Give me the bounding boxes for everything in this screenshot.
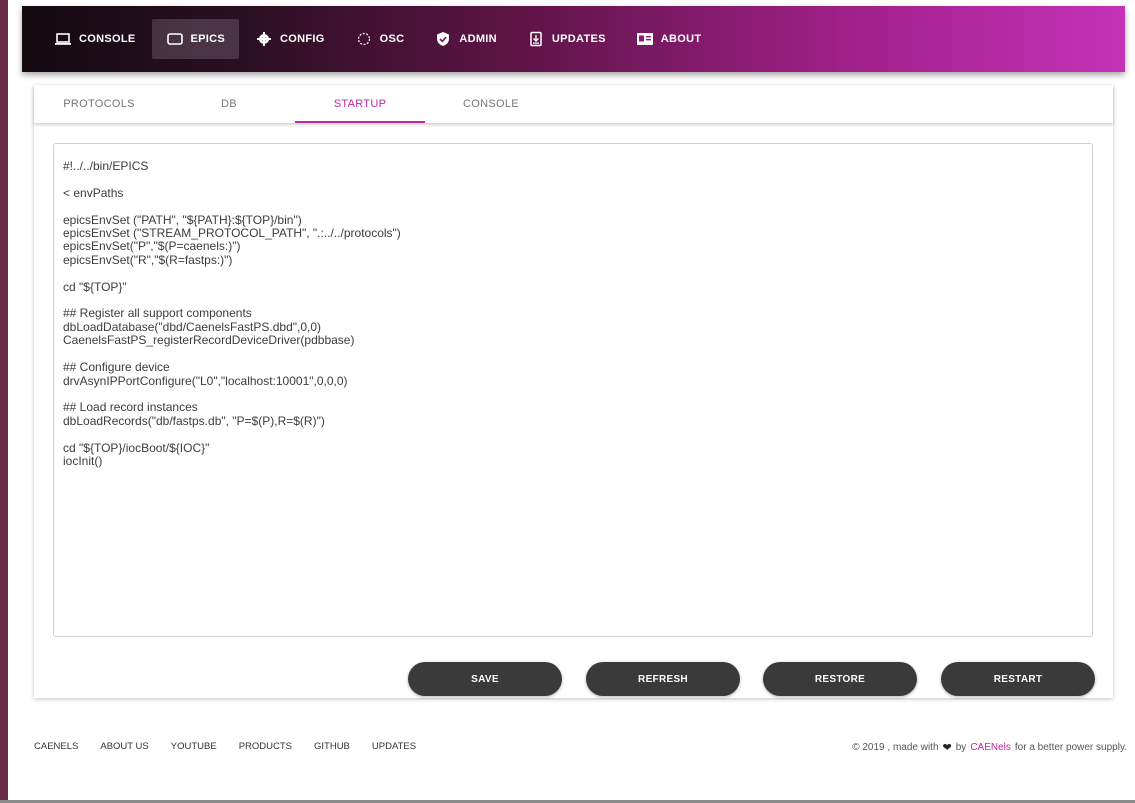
footer-link-updates[interactable]: UPDATES bbox=[372, 741, 416, 752]
window-frame-left bbox=[0, 0, 8, 803]
footer-link-youtube[interactable]: YOUTUBE bbox=[171, 741, 217, 752]
shield-icon bbox=[434, 31, 452, 47]
nav-label-admin: ADMIN bbox=[459, 33, 497, 45]
copyright-text: © 2019 , made with bbox=[852, 742, 939, 753]
top-navbar: CONSOLE EPICS CONFIG OSC ADMIN UPDATES A… bbox=[22, 6, 1125, 72]
restore-button[interactable]: RESTORE bbox=[763, 662, 917, 696]
nav-item-admin[interactable]: ADMIN bbox=[420, 19, 511, 59]
nav-item-osc[interactable]: OSC bbox=[341, 19, 419, 59]
nav-label-updates: UPDATES bbox=[551, 33, 606, 45]
tablet-icon bbox=[166, 31, 184, 47]
tab-console[interactable]: CONSOLE bbox=[426, 85, 556, 123]
nav-item-about[interactable]: ABOUT bbox=[622, 19, 716, 59]
footer-link-products[interactable]: PRODUCTS bbox=[239, 741, 292, 752]
gear-icon bbox=[255, 31, 273, 47]
tagline-text: for a better power supply. bbox=[1014, 742, 1127, 753]
nav-item-updates[interactable]: UPDATES bbox=[513, 19, 620, 59]
tab-startup[interactable]: STARTUP bbox=[295, 85, 425, 123]
startup-script-editor[interactable]: #!../../bin/EPICS < envPaths epicsEnvSet… bbox=[53, 143, 1093, 637]
oscilloscope-icon bbox=[355, 31, 373, 47]
footer-copyright: © 2019 , made with ❤ by CAENels for a be… bbox=[852, 741, 1127, 754]
laptop-icon bbox=[54, 31, 72, 47]
nav-label-config: CONFIG bbox=[280, 33, 325, 45]
refresh-button[interactable]: REFRESH bbox=[586, 662, 740, 696]
nav-item-config[interactable]: CONFIG bbox=[241, 19, 339, 59]
tab-protocols[interactable]: PROTOCOLS bbox=[34, 85, 164, 123]
footer-link-github[interactable]: GITHUB bbox=[314, 741, 350, 752]
active-tab-indicator bbox=[295, 121, 425, 123]
save-button[interactable]: SAVE bbox=[408, 662, 562, 696]
nav-label-console: CONSOLE bbox=[79, 33, 136, 45]
epics-tabs: PROTOCOLS DB STARTUP CONSOLE bbox=[34, 85, 1113, 123]
nav-item-epics[interactable]: EPICS bbox=[151, 19, 240, 59]
epics-card: PROTOCOLS DB STARTUP CONSOLE #!../../bin… bbox=[34, 85, 1113, 698]
nav-label-osc: OSC bbox=[379, 33, 405, 45]
tab-protocols-label: PROTOCOLS bbox=[63, 98, 135, 110]
tab-db[interactable]: DB bbox=[164, 85, 294, 123]
footer-link-about-us[interactable]: ABOUT US bbox=[100, 741, 148, 752]
tab-startup-label: STARTUP bbox=[333, 98, 387, 110]
nav-label-about: ABOUT bbox=[660, 33, 702, 45]
nav-item-console[interactable]: CONSOLE bbox=[40, 19, 150, 59]
download-icon bbox=[527, 31, 545, 47]
heart-icon: ❤ bbox=[942, 742, 952, 754]
footer-link-caenels[interactable]: CAENELS bbox=[34, 741, 78, 752]
contact-card-icon bbox=[636, 31, 654, 47]
footer-links: CAENELS ABOUT US YOUTUBE PRODUCTS GITHUB… bbox=[34, 741, 438, 752]
caenels-link[interactable]: CAENels bbox=[970, 742, 1011, 753]
tab-console-label: CONSOLE bbox=[463, 98, 519, 110]
restart-button[interactable]: RESTART bbox=[941, 662, 1095, 696]
tab-db-label: DB bbox=[221, 98, 237, 110]
nav-label-epics: EPICS bbox=[190, 33, 226, 45]
by-text: by bbox=[955, 742, 967, 753]
